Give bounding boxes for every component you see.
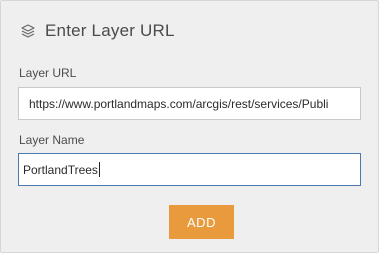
layer-name-label: Layer Name <box>19 133 85 147</box>
layer-name-input[interactable]: PortlandTrees <box>18 153 361 186</box>
layer-url-input[interactable]: https://www.portlandmaps.com/arcgis/rest… <box>18 87 361 120</box>
layer-url-label: Layer URL <box>19 66 77 80</box>
add-button[interactable]: ADD <box>169 205 234 239</box>
layer-name-value: PortlandTrees <box>23 162 98 177</box>
dialog-title: Enter Layer URL <box>45 21 175 40</box>
add-layer-panel: Enter Layer URL Layer URL https://www.po… <box>0 0 379 253</box>
layer-url-value: https://www.portlandmaps.com/arcgis/rest… <box>29 96 329 111</box>
layers-icon <box>19 22 37 40</box>
dialog-header: Enter Layer URL <box>19 19 175 43</box>
text-cursor <box>98 162 100 177</box>
